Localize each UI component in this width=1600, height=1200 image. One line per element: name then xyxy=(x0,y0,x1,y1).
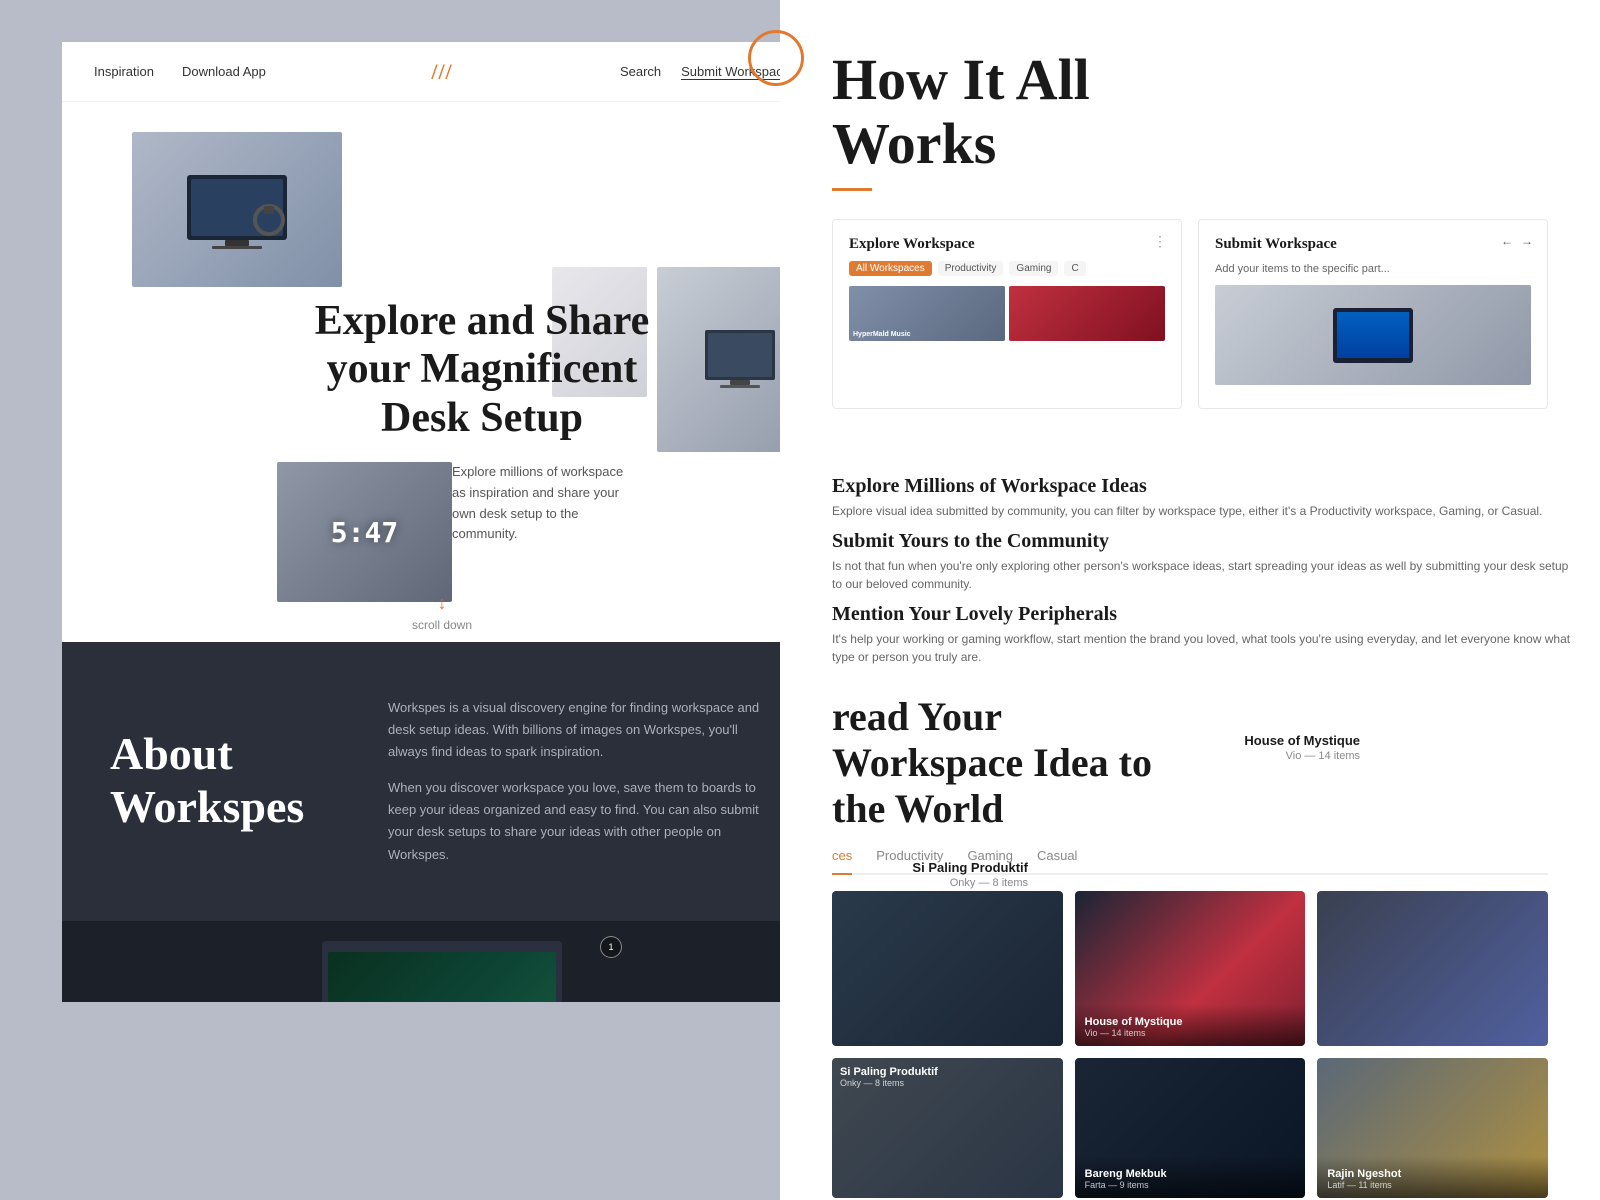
gallery-label-4: Bareng Mekbuk Farta — 9 items xyxy=(1075,1156,1306,1198)
step-card-submit-title: Submit Workspace xyxy=(1215,236,1531,253)
submit-yours-title: Submit Yours to the Community xyxy=(832,530,1576,553)
gallery-title-si: Si Paling Produktif xyxy=(840,1066,1055,1078)
bottom-dark-section: 6 5 1 2 xyxy=(62,921,822,1002)
hero-section: 5:47 Explore and Share your Magnificent … xyxy=(62,102,822,642)
mini-img-label-1: HyperMald Music xyxy=(853,331,911,338)
nav-left: Inspiration Download App xyxy=(94,64,266,79)
step-card-submit-image xyxy=(1215,285,1531,385)
mini-img-1: HyperMald Music xyxy=(849,286,1005,341)
nav-inspiration[interactable]: Inspiration xyxy=(94,64,154,79)
hero-subtitle: Explore millions of workspace as inspira… xyxy=(452,462,627,545)
main-panel: Inspiration Download App /// Search Subm… xyxy=(62,42,822,1002)
nav-search[interactable]: Search xyxy=(620,64,661,79)
gallery-grid: House of Mystique Vio — 14 items Si Pali… xyxy=(780,875,1600,1198)
gallery-item-3[interactable]: Si Paling Produktif Onky — 8 items xyxy=(832,1058,1063,1198)
monitor-simple xyxy=(1333,308,1413,363)
step-card-explore-title: Explore Workspace xyxy=(849,236,1165,253)
gallery-sublabel-1: Vio — 14 items xyxy=(1085,1028,1296,1038)
nav-download[interactable]: Download App xyxy=(182,64,266,79)
step-card-explore: Explore Workspace ⋮ All Workspaces Produ… xyxy=(832,219,1182,409)
gallery-title-4: Bareng Mekbuk xyxy=(1085,1168,1296,1180)
gallery-item-5[interactable]: Rajin Ngeshot Latif — 11 items xyxy=(1317,1058,1548,1198)
number-circle-1: 1 xyxy=(600,936,622,958)
step-card-submit-nav: ← → xyxy=(1501,234,1533,249)
scroll-arrow-icon: ↓ xyxy=(438,593,447,614)
gallery-label-si: Si Paling Produktif Onky — 8 items xyxy=(832,1058,1063,1096)
right-panel: How It All Works Explore Workspace ⋮ All… xyxy=(780,0,1600,1200)
how-section: How It All Works Explore Workspace ⋮ All… xyxy=(780,0,1600,433)
about-section: About Workspes Workspes is a visual disc… xyxy=(62,642,822,921)
scroll-label: scroll down xyxy=(412,618,472,632)
scroll-down[interactable]: ↓ scroll down xyxy=(412,593,472,632)
spread-title: read Your Workspace Idea to the World xyxy=(832,694,1548,832)
how-title: How It All Works xyxy=(832,48,1548,176)
about-para1: Workspes is a visual discovery engine fo… xyxy=(388,697,774,763)
nav-bar: Inspiration Download App /// Search Subm… xyxy=(62,42,822,102)
partial-circle-decoration xyxy=(748,30,804,86)
gallery-sublabel-5: Latif — 11 items xyxy=(1327,1180,1538,1190)
submit-yours-section: Submit Yours to the Community Is not tha… xyxy=(832,530,1576,593)
monitor-screen xyxy=(328,952,556,1002)
filter-tab-ces[interactable]: ces xyxy=(832,848,852,875)
gallery-item-2[interactable] xyxy=(1317,891,1548,1046)
explore-millions-section: Explore Millions of Workspace Ideas Expl… xyxy=(832,461,1576,520)
step-card-tabs: All Workspaces Productivity Gaming C xyxy=(849,261,1165,276)
submit-yours-desc: Is not that fun when you're only explori… xyxy=(832,557,1576,593)
tab-gaming[interactable]: Gaming xyxy=(1009,261,1058,276)
si-paling-title: Si Paling Produktif xyxy=(912,860,1028,875)
gallery-item-1[interactable]: House of Mystique Vio — 14 items xyxy=(1075,891,1306,1046)
explore-millions-desc: Explore visual idea submitted by communi… xyxy=(832,502,1576,520)
logo: /// xyxy=(431,59,452,85)
tab-casual[interactable]: C xyxy=(1064,261,1085,276)
house-of-mystique-title: House of Mystique xyxy=(1244,733,1360,748)
si-paling-sublabel: Onky — 8 items xyxy=(950,877,1028,889)
gallery-sublabel-4: Farta — 9 items xyxy=(1085,1180,1296,1190)
mention-peripherals-title: Mention Your Lovely Peripherals xyxy=(832,603,1576,626)
mention-peripherals-desc: It's help your working or gaming workflo… xyxy=(832,630,1576,666)
how-details: Explore Millions of Workspace Ideas Expl… xyxy=(780,433,1600,666)
hero-image-bottomleft: 5:47 xyxy=(277,462,452,602)
arrow-right-icon: → xyxy=(1521,234,1533,249)
explore-millions-title: Explore Millions of Workspace Ideas xyxy=(832,461,1576,498)
gallery-item-0[interactable] xyxy=(832,891,1063,1046)
hero-title: Explore and Share your Magnificent Desk … xyxy=(312,297,652,442)
house-of-mystique-sublabel: Vio — 14 items xyxy=(1286,750,1360,762)
step-card-explore-nav: ⋮ xyxy=(1153,234,1167,251)
step-cards: Explore Workspace ⋮ All Workspaces Produ… xyxy=(832,219,1548,409)
step-card-submit: ← → Submit Workspace Add your items to t… xyxy=(1198,219,1548,409)
gallery-label-5: Rajin Ngeshot Latif — 11 items xyxy=(1317,1156,1548,1198)
spread-section: read Your Workspace Idea to the World ce… xyxy=(780,666,1600,875)
mini-workspace-grid: HyperMald Music xyxy=(849,286,1165,341)
filter-tab-casual[interactable]: Casual xyxy=(1037,848,1077,875)
arrow-left-icon: ← xyxy=(1501,234,1513,249)
about-para2: When you discover workspace you love, sa… xyxy=(388,777,774,865)
gallery-sublabel-si: Onky — 8 items xyxy=(840,1078,1055,1088)
tab-all-workspaces[interactable]: All Workspaces xyxy=(849,261,932,276)
kebab-icon: ⋮ xyxy=(1153,234,1167,251)
gallery-title-5: Rajin Ngeshot xyxy=(1327,1168,1538,1180)
gallery-label-1: House of Mystique Vio — 14 items xyxy=(1075,1004,1306,1046)
gallery-title-1: House of Mystique xyxy=(1085,1016,1296,1028)
how-accent-line xyxy=(832,188,872,191)
tab-productivity[interactable]: Productivity xyxy=(938,261,1004,276)
mention-peripherals-section: Mention Your Lovely Peripherals It's hel… xyxy=(832,603,1576,666)
how-details-content: Explore Millions of Workspace Ideas Expl… xyxy=(832,433,1600,666)
monitor-preview xyxy=(322,941,562,1002)
about-text: Workspes is a visual discovery engine fo… xyxy=(388,697,774,866)
hero-image-topleft xyxy=(132,132,342,287)
monitor-screen-simple xyxy=(1337,312,1409,359)
about-title: About Workspes xyxy=(110,728,340,834)
mini-img-2 xyxy=(1009,286,1165,341)
step-card-submit-desc: Add your items to the specific part... xyxy=(1215,261,1531,278)
gallery-item-4[interactable]: Bareng Mekbuk Farta — 9 items xyxy=(1075,1058,1306,1198)
